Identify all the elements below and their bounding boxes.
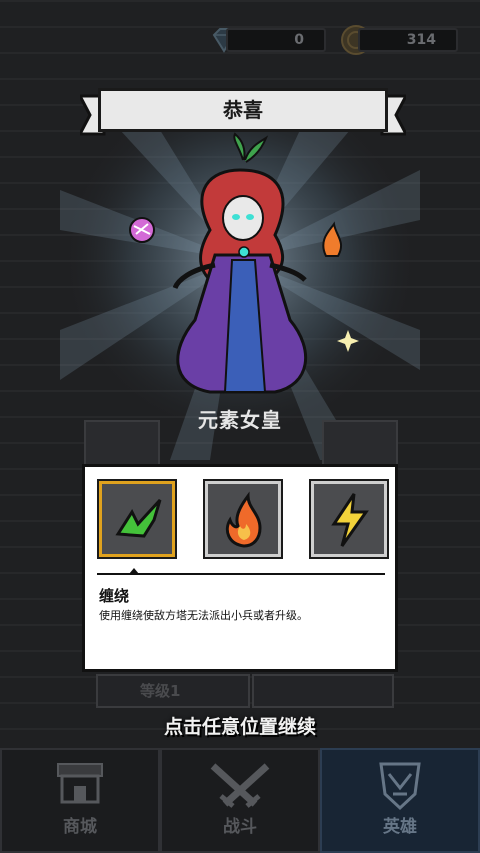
tab-shop-label: 商城: [63, 817, 97, 837]
coin-counter: 314: [358, 28, 458, 52]
selection-pointer: [129, 568, 139, 574]
tab-heroes-label: 英雄: [383, 817, 417, 837]
panel-divider: [97, 573, 385, 575]
tab-heroes[interactable]: 英雄: [320, 748, 480, 853]
congrats-title: 恭喜: [98, 88, 388, 132]
background-level-label: 等级1: [140, 682, 181, 700]
vine-skill-slot[interactable]: [97, 479, 177, 559]
background-skill-slot: [84, 420, 160, 470]
congrats-banner: 恭喜: [80, 88, 406, 138]
fire-skill-slot[interactable]: [203, 479, 283, 559]
top-bar: 0 314: [0, 22, 480, 58]
gem-counter: 0: [226, 28, 326, 52]
background-skill-slot: [322, 420, 398, 470]
background-info-box: [252, 674, 394, 708]
tab-shop[interactable]: 商城: [0, 748, 160, 853]
skill-description: 使用缠绕使敌方塔无法派出小兵或者升级。: [99, 609, 308, 622]
hero-name: 元素女皇: [198, 408, 282, 432]
lightning-icon: [331, 493, 369, 547]
vine-icon: [115, 498, 162, 538]
lightning-skill-slot[interactable]: [309, 479, 389, 559]
tap-to-continue[interactable]: 点击任意位置继续: [0, 712, 480, 739]
tab-battle-label: 战斗: [223, 817, 257, 837]
shop-icon: [57, 763, 103, 804]
hero-helmet-icon: [379, 762, 421, 811]
crossed-swords-icon: [210, 763, 270, 808]
skill-title: 缠绕: [99, 587, 130, 605]
tab-battle[interactable]: 战斗: [160, 748, 320, 853]
skill-panel: 缠绕 使用缠绕使敌方塔无法派出小兵或者升级。: [82, 464, 398, 672]
fire-icon: [225, 491, 262, 548]
bottom-nav: 商城 战斗 英雄: [0, 748, 480, 853]
